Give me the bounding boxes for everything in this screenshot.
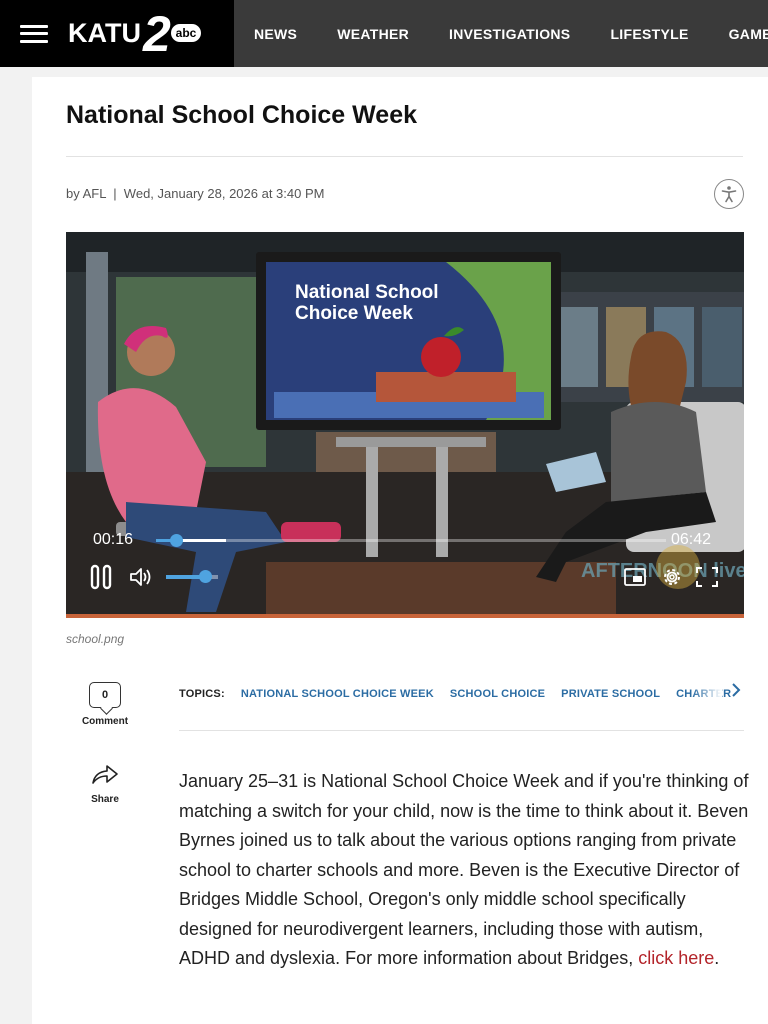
seek-bar[interactable] xyxy=(156,534,666,547)
article-title: National School Choice Week xyxy=(66,101,418,129)
topic-private-school[interactable]: PRIVATE SCHOOL xyxy=(561,688,660,700)
brand-name: KATU xyxy=(68,18,141,48)
comment-button[interactable]: 0 Comment xyxy=(74,682,136,727)
menu-icon[interactable] xyxy=(20,24,48,43)
share-button[interactable]: Share xyxy=(74,763,136,805)
site-logo[interactable]: KATU 2 abc xyxy=(68,6,207,62)
article-body-end: . xyxy=(714,948,720,968)
current-time: 00:16 xyxy=(93,531,134,548)
volume-icon xyxy=(130,568,151,586)
picture-in-picture-button[interactable] xyxy=(624,568,646,586)
tv-screen-title: National School Choice Week xyxy=(295,282,439,324)
nav-news[interactable]: NEWS xyxy=(254,26,297,42)
video-player[interactable]: AFTERNOON live National School Choice We… xyxy=(66,232,744,618)
tv-screen-title-line1: National School xyxy=(295,282,439,303)
article-body-text: January 25–31 is National School Choice … xyxy=(179,771,749,968)
comment-bubble-icon: 0 xyxy=(89,682,121,708)
pause-button[interactable] xyxy=(90,564,114,590)
site-header: KATU 2 abc NEWS WEATHER INVESTIGATIONS L… xyxy=(0,0,768,67)
nav-lifestyle[interactable]: LIFESTYLE xyxy=(610,26,688,42)
tv-screen-title-line2: Choice Week xyxy=(295,303,413,324)
accessibility-button[interactable] xyxy=(714,179,744,209)
article-byline: by AFL | Wed, January 28, 2026 at 3:40 P… xyxy=(66,186,325,201)
share-arrow-icon xyxy=(92,765,118,784)
comment-label: Comment xyxy=(81,716,129,727)
nav-investigations[interactable]: INVESTIGATIONS xyxy=(449,26,570,42)
mute-button[interactable] xyxy=(128,566,152,588)
volume-slider[interactable] xyxy=(166,570,218,583)
fullscreen-icon xyxy=(696,567,718,587)
volume-handle[interactable] xyxy=(199,570,212,583)
title-divider xyxy=(66,156,743,157)
picture-in-picture-icon xyxy=(624,568,646,586)
fullscreen-button[interactable] xyxy=(696,567,718,587)
main-nav: NEWS WEATHER INVESTIGATIONS LIFESTYLE GA… xyxy=(254,0,768,67)
video-bottom-strip xyxy=(66,614,744,618)
topic-school-choice[interactable]: SCHOOL CHOICE xyxy=(450,688,545,700)
brand-network: abc xyxy=(168,21,203,44)
video-caption: school.png xyxy=(66,632,125,646)
gear-icon xyxy=(664,569,680,585)
chevron-right-icon xyxy=(732,683,741,697)
seek-handle[interactable] xyxy=(170,534,183,547)
topics-row: TOPICS: NATIONAL SCHOOL CHOICE WEEK SCHO… xyxy=(179,682,744,706)
topics-scroll-right-button[interactable] xyxy=(728,679,744,701)
comment-count: 0 xyxy=(101,689,109,701)
topic-national-school-choice-week[interactable]: NATIONAL SCHOOL CHOICE WEEK xyxy=(241,688,434,700)
topics-divider xyxy=(179,730,744,731)
article-card: National School Choice Week by AFL | Wed… xyxy=(32,77,768,1024)
nav-game-center[interactable]: GAME CEN xyxy=(729,26,768,42)
nav-weather[interactable]: WEATHER xyxy=(337,26,409,42)
article-body: January 25–31 is National School Choice … xyxy=(179,767,749,974)
settings-button[interactable] xyxy=(661,566,683,588)
topics-label: TOPICS: xyxy=(179,688,225,700)
accessibility-icon xyxy=(721,186,737,203)
topics-fade xyxy=(692,677,722,707)
duration: 06:42 xyxy=(671,531,712,548)
pause-icon xyxy=(90,564,112,590)
brand-number: 2 xyxy=(142,5,171,62)
logo-area: KATU 2 abc xyxy=(0,0,234,67)
share-label: Share xyxy=(91,794,119,805)
brand-mark: 2 abc xyxy=(143,6,207,62)
click-here-link[interactable]: click here xyxy=(638,948,714,968)
